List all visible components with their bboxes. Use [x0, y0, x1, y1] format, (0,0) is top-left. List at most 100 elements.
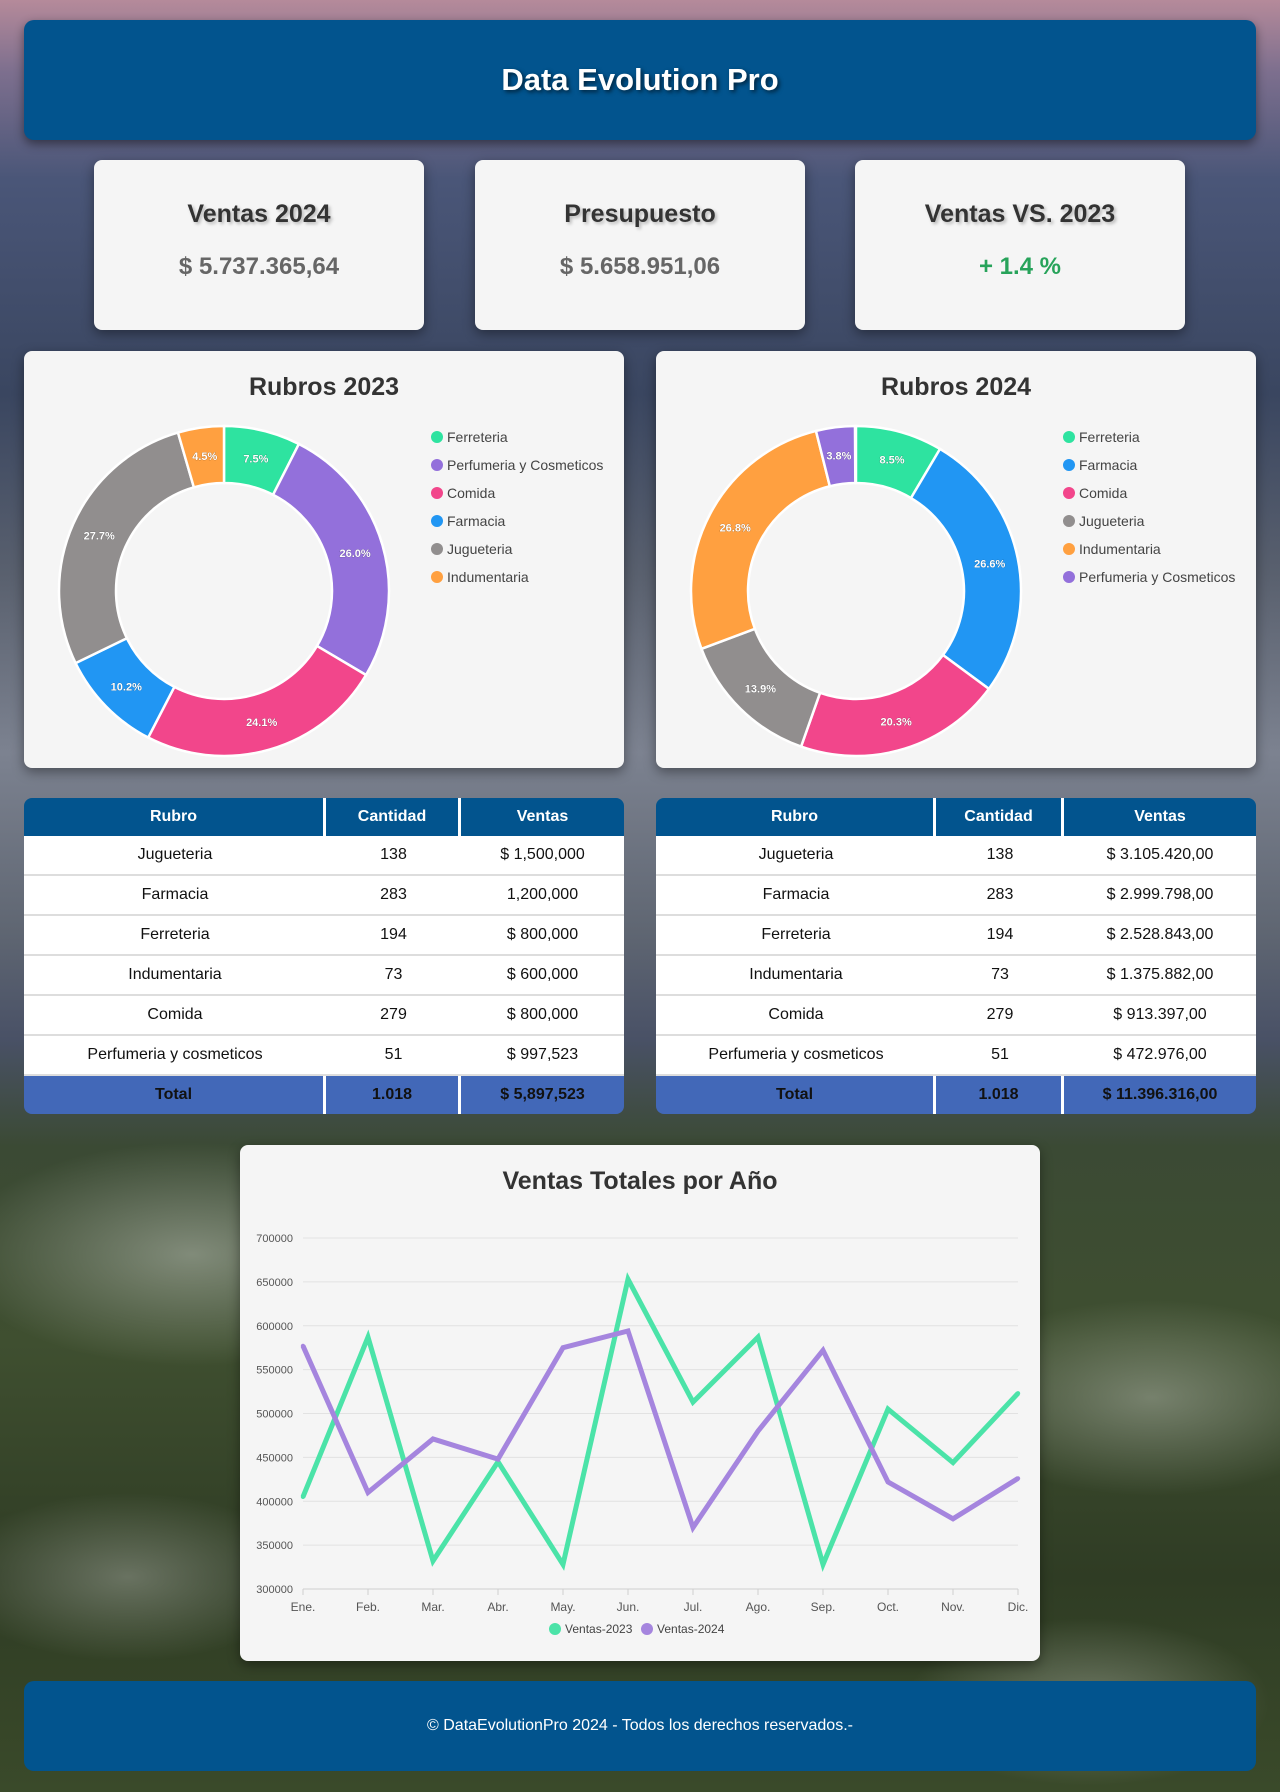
- cell-cantidad: 51: [326, 1036, 461, 1076]
- legend-swatch-icon: [1063, 431, 1075, 443]
- total-cantidad: 1.018: [326, 1076, 461, 1114]
- data-point[interactable]: [820, 1562, 826, 1567]
- x-tick-label: Oct.: [877, 1600, 899, 1614]
- donut-chart-2023: 7.5% 26.0% 24.1% 10.2% 27.7% 4.5%: [57, 424, 391, 758]
- cell-rubro: Farmacia: [24, 876, 326, 916]
- y-tick-label: 400000: [256, 1496, 293, 1508]
- total-ventas: $ 5,897,523: [461, 1076, 624, 1114]
- legend-item[interactable]: Indumentaria: [1063, 535, 1235, 563]
- legend-label: Farmacia: [447, 513, 506, 529]
- donut-segment-comida[interactable]: [146, 644, 368, 758]
- data-point[interactable]: [300, 1494, 306, 1500]
- legend-item[interactable]: Ferreteria: [431, 423, 603, 451]
- total-label: Total: [656, 1076, 936, 1114]
- x-tick-label: May.: [550, 1600, 575, 1614]
- legend-label: Comida: [1079, 485, 1128, 501]
- cell-rubro: Perfumeria y cosmeticos: [656, 1036, 936, 1076]
- data-point[interactable]: [430, 1436, 436, 1442]
- table-row: Jugueteria 138 $ 1,500,000: [24, 836, 624, 876]
- data-point[interactable]: [950, 1460, 956, 1465]
- cell-cantidad: 283: [936, 876, 1064, 916]
- legend-item[interactable]: Comida: [431, 479, 603, 507]
- data-point[interactable]: [950, 1516, 956, 1521]
- donut-segment-comida[interactable]: [799, 653, 991, 758]
- table-row: Comida 279 $ 800,000: [24, 996, 624, 1036]
- x-tick-label: Sep.: [811, 1600, 836, 1614]
- cell-rubro: Comida: [656, 996, 936, 1036]
- data-point[interactable]: [300, 1343, 306, 1349]
- table-row: Jugueteria 138 $ 3.105.420,00: [656, 836, 1256, 876]
- y-tick-label: 600000: [256, 1321, 293, 1333]
- legend-label: Comida: [447, 485, 496, 501]
- donut-legend-2023: Ferreteria Perfumeria y Cosmeticos Comida F…: [431, 423, 603, 591]
- table-row: Perfumeria y cosmeticos 51 $ 997,523: [24, 1036, 624, 1076]
- line-chart: 700000 650000 600000 550000 500000 450000 4000…: [256, 1233, 1028, 1636]
- cell-cantidad: 279: [936, 996, 1064, 1036]
- data-point[interactable]: [820, 1348, 826, 1353]
- legend-swatch-icon: [1063, 487, 1075, 499]
- cell-rubro: Ferreteria: [24, 916, 326, 956]
- legend-item[interactable]: Jugueteria: [1063, 507, 1235, 535]
- cell-ventas: $ 913.397,00: [1064, 996, 1256, 1036]
- donut-legend-2024: Ferreteria Farmacia Comida Jugueteria Indume…: [1063, 423, 1235, 591]
- data-point[interactable]: [560, 1345, 566, 1350]
- table-row: Farmacia 283 1,200,000: [24, 876, 624, 916]
- legend-item[interactable]: Perfumeria y Cosmeticos: [431, 451, 603, 479]
- donut-segment-jugueteria[interactable]: [57, 431, 196, 665]
- kpi-value: $ 5.737.365,64: [178, 253, 340, 280]
- legend-label[interactable]: Ventas-2023: [565, 1622, 633, 1636]
- donut-segment-indumentaria[interactable]: [689, 429, 832, 651]
- data-point[interactable]: [885, 1479, 891, 1485]
- data-point[interactable]: [560, 1562, 566, 1567]
- cell-cantidad: 73: [936, 956, 1064, 996]
- legend-label[interactable]: Ventas-2024: [657, 1622, 725, 1636]
- cell-cantidad: 73: [326, 956, 461, 996]
- cell-ventas: $ 2.999.798,00: [1064, 876, 1256, 916]
- legend-item[interactable]: Farmacia: [431, 507, 603, 535]
- donut-segment-perfumeria-y-cosmeticos[interactable]: [271, 442, 391, 677]
- data-point[interactable]: [755, 1428, 761, 1434]
- data-point[interactable]: [495, 1456, 501, 1462]
- legend-swatch-icon: [1063, 515, 1075, 527]
- data-point[interactable]: [690, 1525, 696, 1530]
- y-tick-label: 350000: [256, 1540, 293, 1552]
- cell-ventas: $ 800,000: [461, 996, 624, 1036]
- legend-item[interactable]: Ferreteria: [1063, 423, 1235, 451]
- legend-swatch-icon: [1063, 543, 1075, 555]
- data-point[interactable]: [430, 1558, 436, 1564]
- kpi-title: Ventas VS. 2023: [924, 200, 1116, 228]
- cell-ventas: $ 3.105.420,00: [1064, 836, 1256, 876]
- page-title: Data Evolution Pro: [501, 62, 779, 97]
- legend-item[interactable]: Perfumeria y Cosmeticos: [1063, 563, 1235, 591]
- cell-ventas: $ 472.976,00: [1064, 1036, 1256, 1076]
- donut-card-2024: Rubros 2024 8.5% 26.6% 20.3% 13.9% 26.8% 3.8%…: [656, 351, 1256, 768]
- cell-ventas: $ 2.528.843,00: [1064, 916, 1256, 956]
- cell-rubro: Jugueteria: [656, 836, 936, 876]
- data-point[interactable]: [365, 1490, 371, 1495]
- cell-ventas: $ 1,500,000: [461, 836, 624, 876]
- data-point[interactable]: [365, 1334, 371, 1340]
- legend-label: Ferreteria: [1079, 429, 1140, 445]
- y-tick-label: 550000: [256, 1365, 293, 1377]
- data-point[interactable]: [885, 1406, 891, 1412]
- data-point[interactable]: [690, 1399, 696, 1405]
- legend-item[interactable]: Farmacia: [1063, 451, 1235, 479]
- kpi-card-ventas-2024: Ventas 2024 $ 5.737.365,64: [94, 160, 424, 330]
- data-point[interactable]: [1015, 1391, 1021, 1396]
- legend-item[interactable]: Jugueteria: [431, 535, 603, 563]
- legend-label: Jugueteria: [1079, 513, 1145, 529]
- kpi-value: + 1.4 %: [978, 253, 1062, 280]
- kpi-title: Ventas 2024: [187, 200, 331, 228]
- donut-card-2023: Rubros 2023 7.5% 26.0% 24.1% 10.2% 27.7% 4.5%…: [24, 351, 624, 768]
- legend-item[interactable]: Indumentaria: [431, 563, 603, 591]
- data-point[interactable]: [625, 1277, 631, 1282]
- footer-bar: © DataEvolutionPro 2024 - Todos los dere…: [24, 1681, 1256, 1771]
- data-point[interactable]: [1015, 1476, 1021, 1481]
- column-header-rubro: Rubro: [24, 798, 326, 836]
- legend-item[interactable]: Comida: [1063, 479, 1235, 507]
- legend-label: Jugueteria: [447, 541, 513, 557]
- header-bar: Data Evolution Pro: [24, 20, 1256, 140]
- data-point[interactable]: [755, 1334, 761, 1340]
- data-point[interactable]: [625, 1328, 631, 1334]
- donut-data-label: 3.8%: [826, 451, 851, 463]
